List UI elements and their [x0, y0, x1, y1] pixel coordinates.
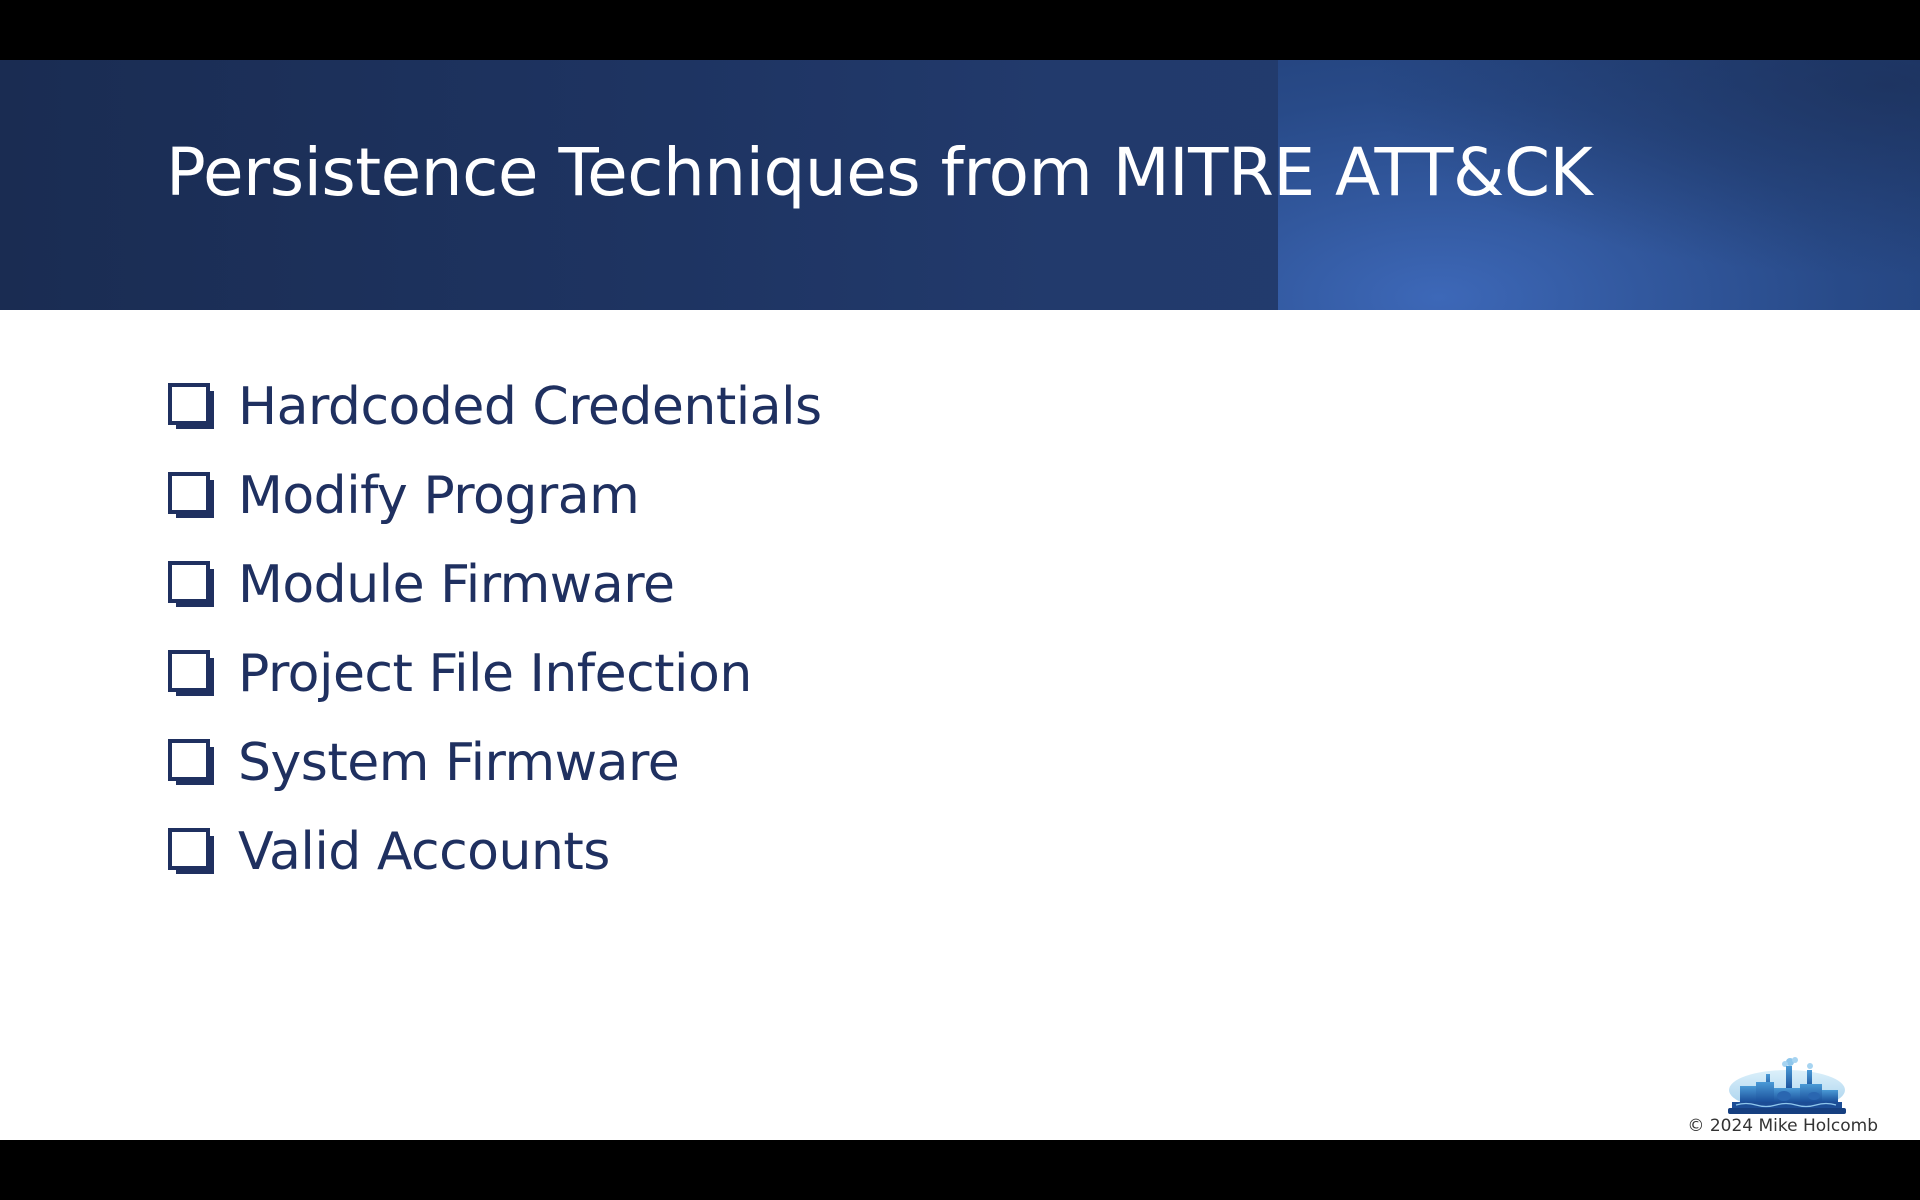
checkbox-icon: [168, 649, 214, 696]
letterbox-top: [0, 0, 1920, 60]
letterbox-bottom: [0, 1140, 1920, 1200]
copyright-notice: © 2024 Mike Holcomb: [1687, 1116, 1878, 1136]
title-band: Persistence Techniques from MITRE ATT&CK: [0, 60, 1920, 310]
bullet-label: Modify Program: [238, 465, 640, 526]
bullet-label: Valid Accounts: [238, 821, 610, 882]
checkbox-icon: [168, 827, 214, 874]
list-item: Module Firmware: [168, 540, 822, 629]
presentation-slide: Persistence Techniques from MITRE ATT&CK…: [0, 60, 1920, 1140]
industrial-plant-logo-icon: [1728, 1057, 1846, 1114]
bullet-label: Module Firmware: [238, 554, 675, 615]
list-item: System Firmware: [168, 718, 822, 807]
bullet-label: System Firmware: [238, 732, 680, 793]
list-item: Valid Accounts: [168, 807, 822, 896]
checkbox-icon: [168, 471, 214, 518]
slide-title: Persistence Techniques from MITRE ATT&CK: [166, 134, 1593, 211]
bullet-label: Project File Infection: [238, 643, 752, 704]
bullet-list: Hardcoded Credentials Modify Program Mod…: [168, 362, 822, 896]
list-item: Project File Infection: [168, 629, 822, 718]
list-item: Hardcoded Credentials: [168, 362, 822, 451]
checkbox-icon: [168, 382, 214, 429]
checkbox-icon: [168, 560, 214, 607]
list-item: Modify Program: [168, 451, 822, 540]
checkbox-icon: [168, 738, 214, 785]
bullet-label: Hardcoded Credentials: [238, 376, 822, 437]
